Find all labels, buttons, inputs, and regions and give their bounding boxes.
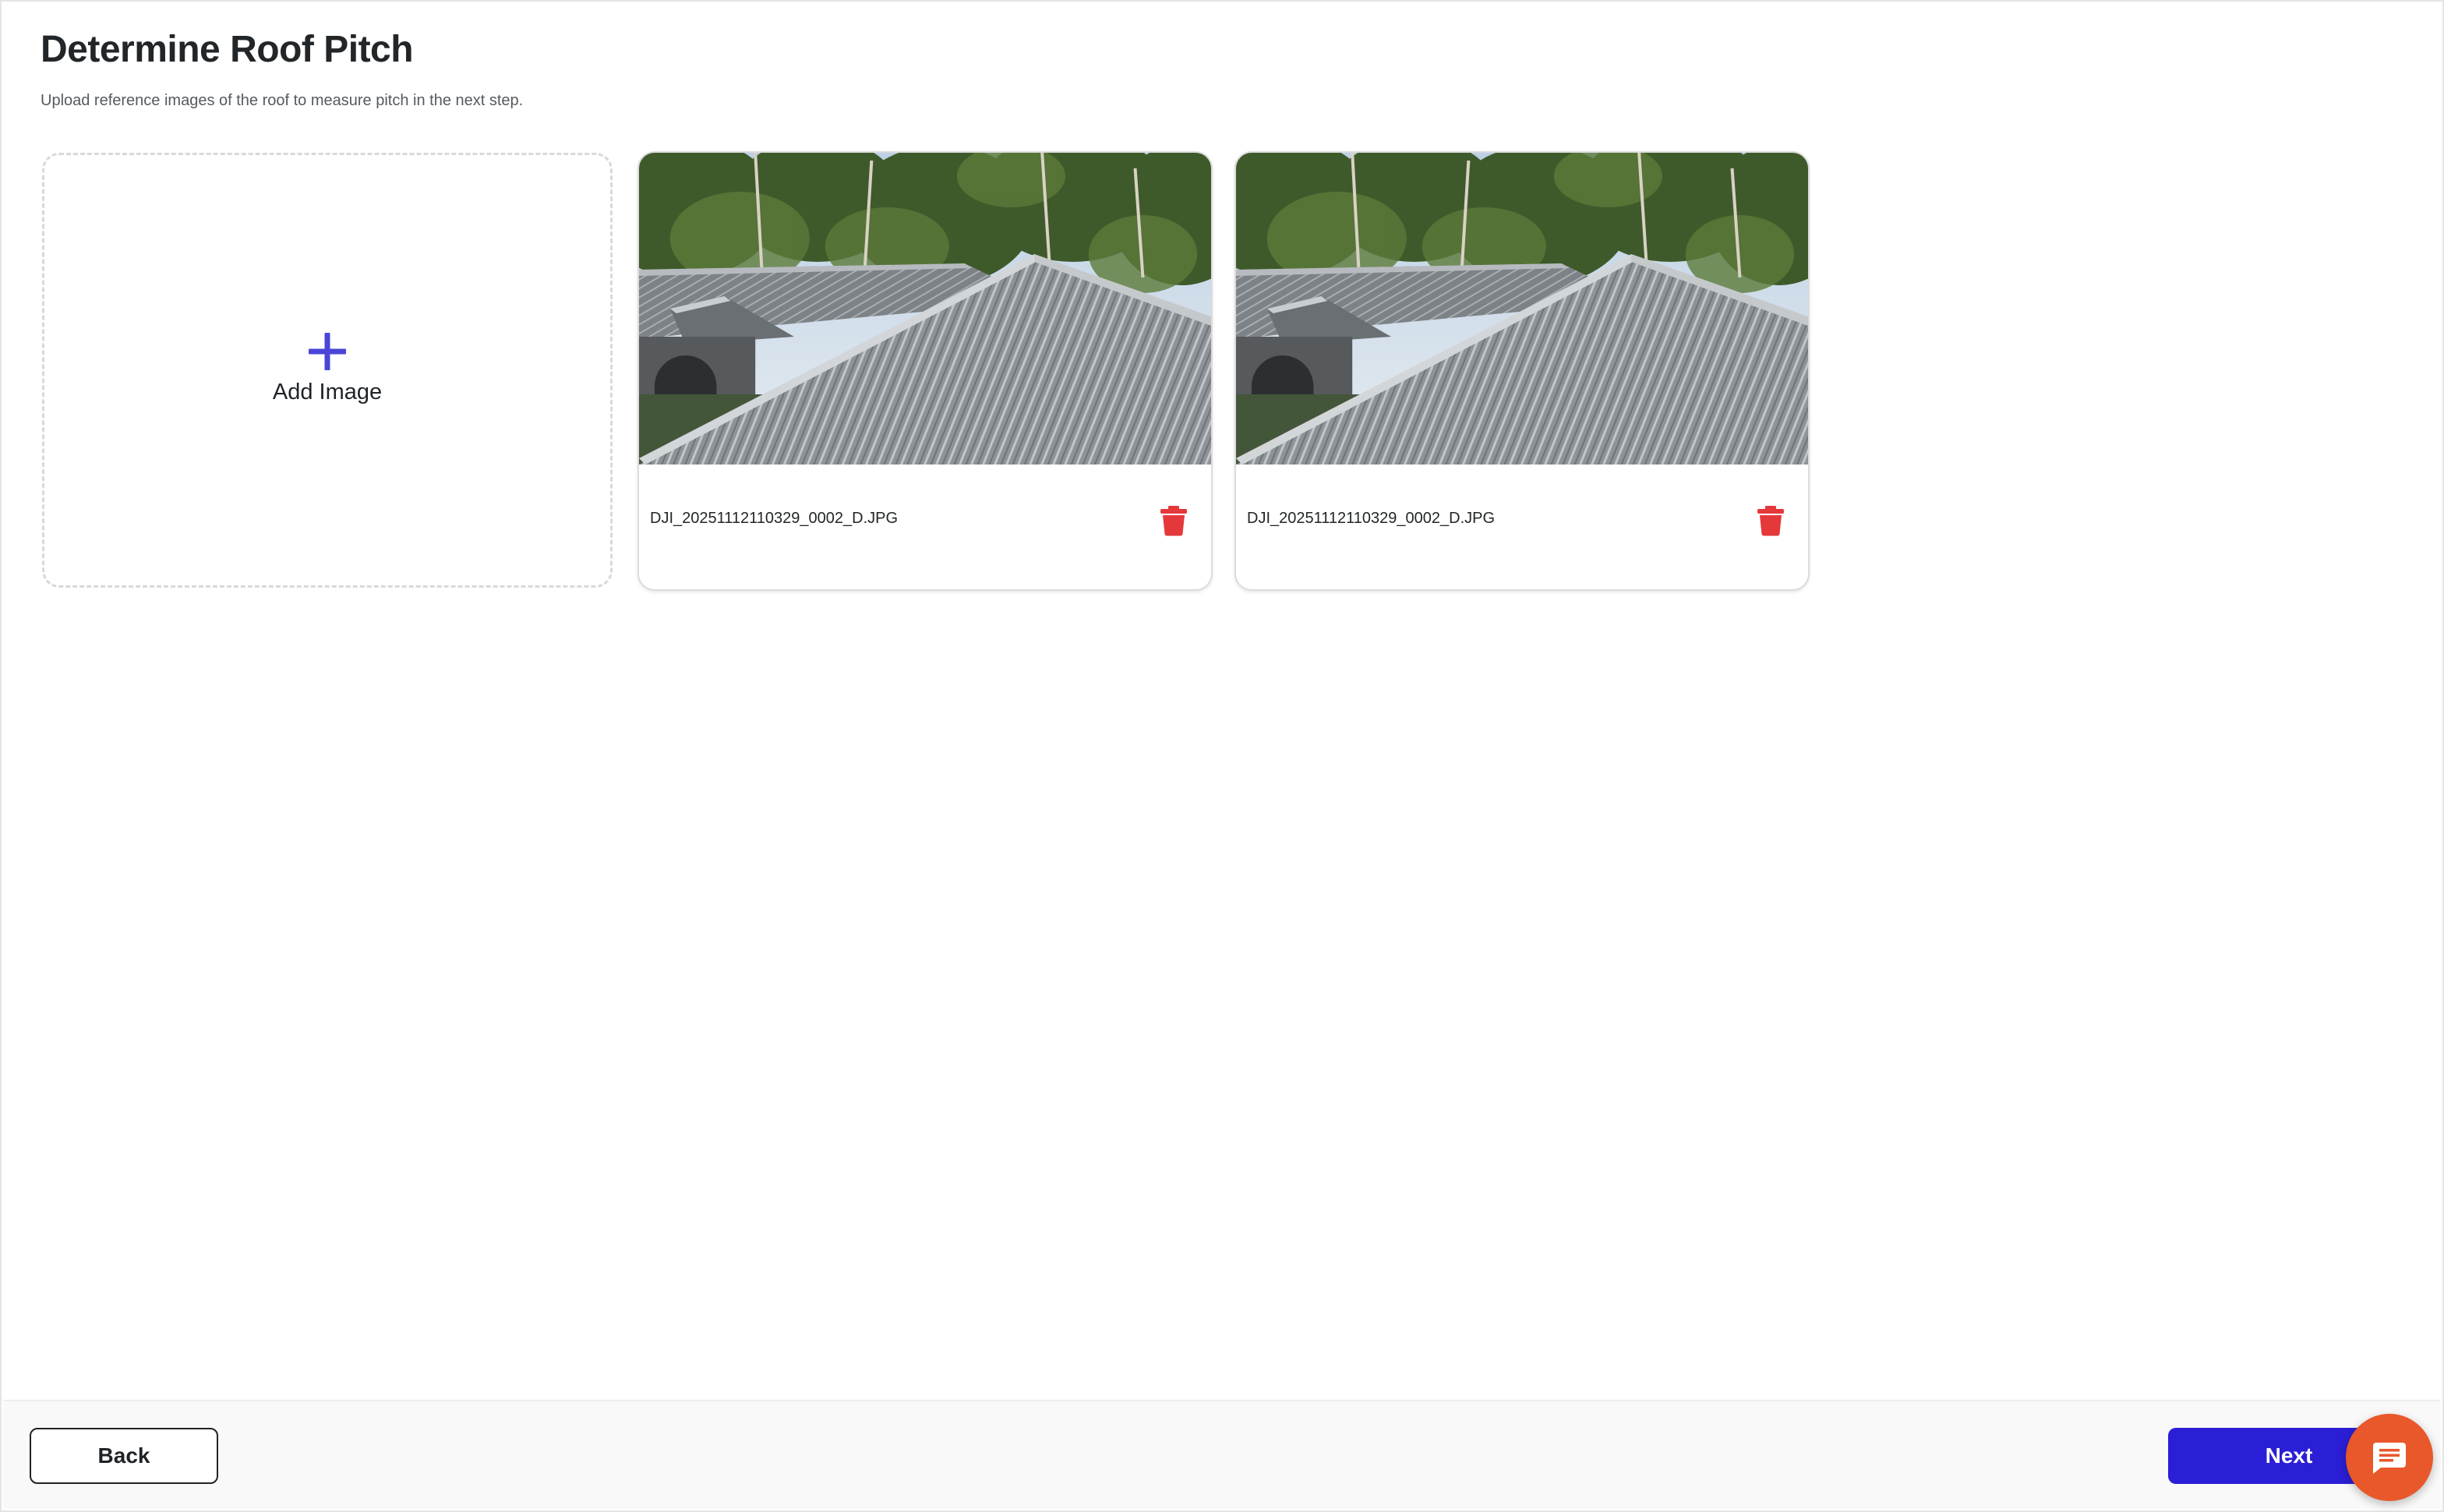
app-window: Determine Roof Pitch Upload reference im… xyxy=(0,0,2444,1512)
chat-button[interactable] xyxy=(2346,1414,2433,1501)
trash-icon xyxy=(1757,506,1784,536)
chat-bubble-icon xyxy=(2373,1443,2406,1474)
add-image-card[interactable]: Add Image xyxy=(42,153,613,588)
image-card[interactable]: DJI_20251112110329_0002_D.JPG xyxy=(1234,151,1810,591)
image-card-footer: DJI_20251112110329_0002_D.JPG xyxy=(639,465,1211,589)
file-name: DJI_20251112110329_0002_D.JPG xyxy=(1247,510,1496,527)
image-card-footer: DJI_20251112110329_0002_D.JPG xyxy=(1236,465,1808,589)
delete-image-button[interactable] xyxy=(1160,505,1188,536)
add-image-content: Add Image xyxy=(44,331,610,405)
plus-icon xyxy=(309,333,346,370)
back-button[interactable]: Back xyxy=(30,1428,218,1484)
page-subtitle: Upload reference images of the roof to m… xyxy=(41,92,524,109)
add-image-label: Add Image xyxy=(272,380,383,404)
roof-photo xyxy=(639,153,1211,465)
delete-image-button[interactable] xyxy=(1757,505,1785,536)
roof-photo xyxy=(1236,153,1808,465)
trash-icon xyxy=(1160,506,1187,536)
page-title: Determine Roof Pitch xyxy=(41,29,414,70)
file-name: DJI_20251112110329_0002_D.JPG xyxy=(650,510,899,527)
image-card[interactable]: DJI_20251112110329_0002_D.JPG xyxy=(637,151,1213,591)
bottom-action-bar: Back Next xyxy=(3,1400,2441,1509)
